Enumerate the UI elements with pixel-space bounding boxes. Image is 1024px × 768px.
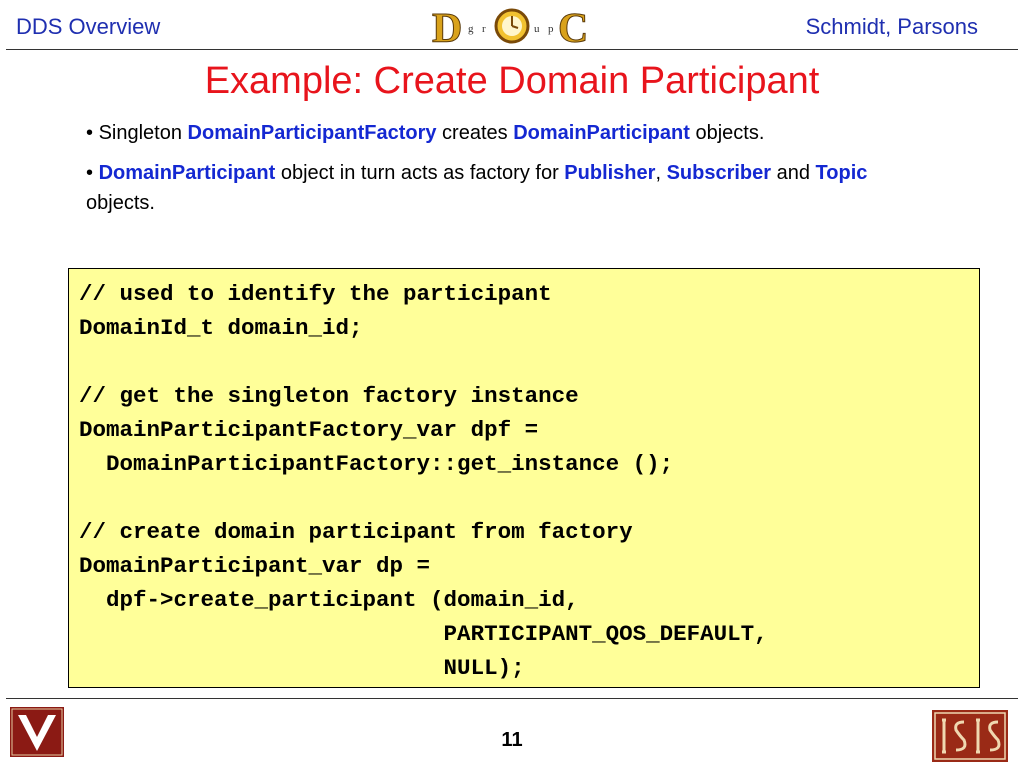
page-number: 11 [501,729,523,751]
doc-group-logo: D g r u p C [432,6,589,49]
keyword-domainparticipant: DomainParticipant [513,122,690,144]
keyword-topic: Topic [815,162,868,184]
logo-letter-c: C [558,6,588,48]
header-left-text: DDS Overview [16,14,161,39]
bullet-item: • DomainParticipant object in turn acts … [86,162,868,214]
footer-divider [6,698,1018,699]
logo-letter-u: u [534,23,540,35]
logo-letter-d: D [432,6,462,48]
header-divider [6,49,1018,50]
bullet-item: • Singleton DomainParticipantFactory cre… [86,122,765,144]
code-listing: // used to identify the participant Doma… [79,281,768,681]
logo-letter-p: p [548,23,554,35]
isis-logo [932,710,1008,762]
header-right-text: Schmidt, Parsons [805,14,978,39]
code-box: // used to identify the participant Doma… [68,268,980,688]
bullet-list: • Singleton DomainParticipantFactory cre… [86,118,886,228]
keyword-publisher: Publisher [564,162,656,184]
keyword-domainparticipantfactory: DomainParticipantFactory [187,122,437,144]
logo-letter-g: g [468,23,474,35]
slide-title: Example: Create Domain Participant [204,60,820,102]
keyword-subscriber: Subscriber [666,162,772,184]
logo-letter-r: r [482,23,486,35]
keyword-domainparticipant: DomainParticipant [98,162,276,184]
vanderbilt-logo [10,707,64,757]
